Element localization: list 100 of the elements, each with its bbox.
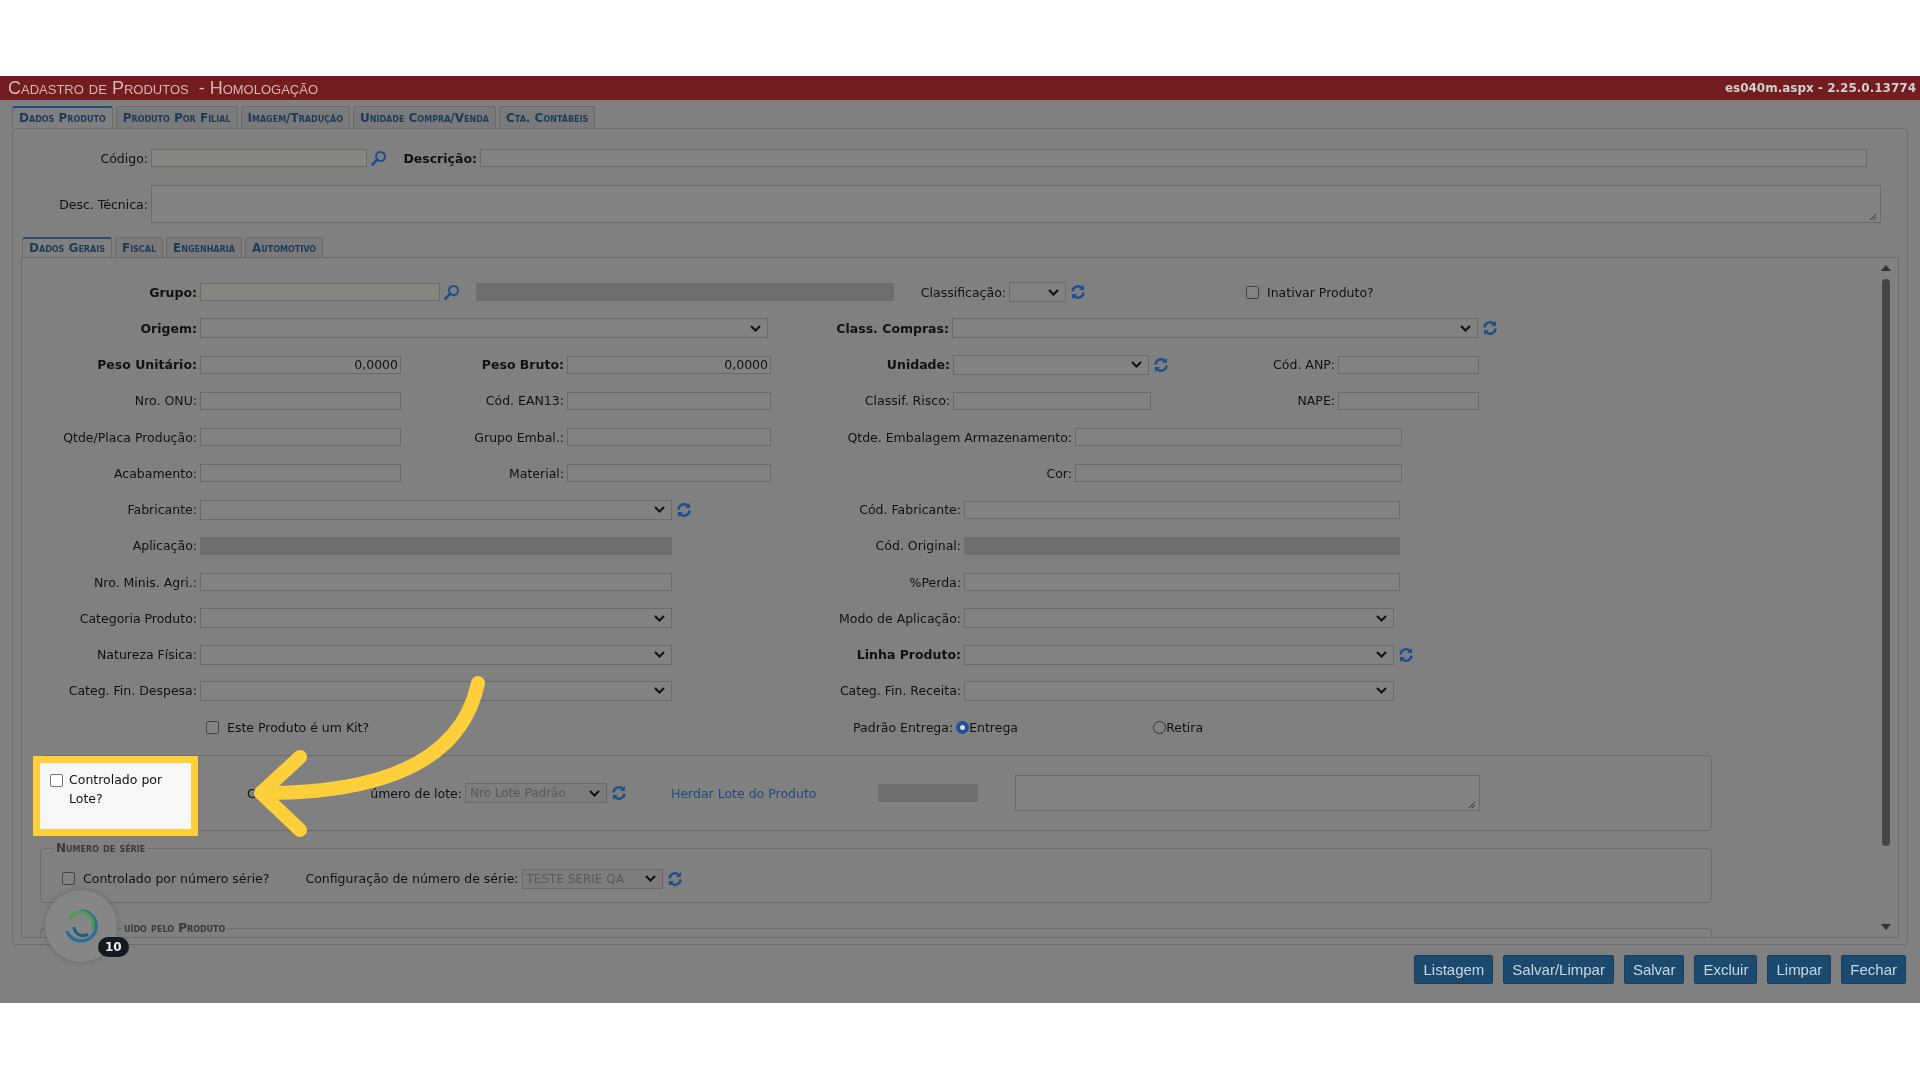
tab[interactable]: Engenharia (166, 237, 242, 257)
checkbox-label: Controlado por Lote? (69, 771, 164, 808)
description-field[interactable] (480, 149, 1867, 167)
field-label: Configuração de número de série: (305, 871, 519, 886)
notes-field[interactable] (1015, 775, 1481, 811)
field-label: Cód. Fabricante: (859, 502, 961, 517)
refresh-icon[interactable] (611, 785, 627, 801)
field-label: Fabricante: (127, 502, 197, 517)
field-label: Nro. ONU: (134, 393, 197, 409)
field-label: úmero de lote: (370, 785, 462, 801)
notification-count: 10 (98, 937, 129, 957)
search-icon[interactable] (444, 284, 460, 300)
refresh-icon[interactable] (1482, 320, 1498, 337)
input-field[interactable] (567, 391, 771, 410)
field-label: Qtde. Embalagem Armazenamento: (847, 429, 1072, 445)
input-field[interactable] (200, 283, 440, 301)
tab[interactable]: Fiscal (114, 237, 164, 257)
radio-button[interactable] (1153, 720, 1167, 734)
refresh-icon[interactable] (676, 501, 692, 518)
radio-label: Retira (1166, 719, 1204, 735)
field-label: Descrição: (403, 150, 477, 166)
input-field[interactable] (200, 428, 401, 446)
technical-description-field[interactable] (151, 185, 1881, 223)
dropdown[interactable] (1009, 282, 1066, 302)
input-field[interactable] (1075, 428, 1402, 446)
field-label: %Perda: (909, 574, 961, 590)
scroll-thumb[interactable] (1882, 279, 1890, 846)
field-label: Cód. ANP: (1273, 357, 1335, 372)
input-field[interactable]: 0,0000 (567, 355, 771, 374)
tab[interactable]: Dados Gerais (22, 237, 112, 257)
field-label: Classificação: (920, 284, 1006, 300)
resize-grip-icon (1468, 801, 1477, 809)
field-label: Peso Unitário: (97, 357, 197, 372)
section-legend: uído pelo Produto (122, 921, 228, 935)
action-button[interactable]: Salvar/Limpar (1503, 955, 1614, 984)
refresh-icon[interactable] (666, 870, 683, 887)
field-label: Unidade: (886, 357, 950, 372)
action-button[interactable]: Listagem (1414, 955, 1494, 984)
input-field[interactable] (1075, 464, 1402, 483)
chevron-down-icon (654, 506, 665, 513)
chevron-down-icon (589, 789, 600, 797)
refresh-icon[interactable] (1398, 646, 1414, 663)
field-label: Categ. Fin. Despesa: (68, 683, 197, 699)
field-label: Categoria Produto: (79, 610, 197, 626)
scroll-up-icon[interactable] (1881, 265, 1891, 271)
field-label: Cód. Original: (875, 538, 961, 554)
version-label: es040m.aspx - 2.25.0.13774 (1724, 81, 1916, 95)
input-field[interactable] (1338, 355, 1479, 374)
tab[interactable]: Produto Por Filial (115, 106, 238, 128)
field-label: Qtde/Placa Produção: (63, 429, 197, 445)
action-button[interactable]: Fechar (1841, 955, 1906, 984)
refresh-icon[interactable] (1153, 356, 1169, 373)
input-field[interactable] (200, 464, 401, 483)
field-label: Padrão Entrega: (853, 719, 954, 735)
radio-button[interactable] (956, 720, 970, 734)
action-button[interactable]: Salvar (1623, 955, 1685, 984)
checkbox[interactable] (1246, 285, 1259, 299)
field-label: Linha Produto: (856, 647, 961, 662)
tab[interactable]: Unidade Compra/Venda (353, 106, 496, 128)
chevron-down-icon (654, 614, 665, 622)
checkbox[interactable] (62, 872, 75, 885)
code-field[interactable] (151, 149, 367, 167)
chevron-down-icon (1376, 651, 1387, 658)
dropdown[interactable] (200, 680, 672, 701)
window-title: Cadastro de Produtos - Homologação (8, 77, 319, 99)
checkbox-label: Inativar Produto? (1267, 284, 1374, 300)
scroll-down-icon[interactable] (1881, 924, 1891, 930)
input-field[interactable] (567, 464, 771, 483)
refresh-icon[interactable] (1070, 284, 1086, 300)
tab[interactable]: Imagem/Tradução (240, 106, 351, 128)
field-label: Categ. Fin. Receita: (839, 683, 961, 699)
chevron-down-icon (654, 687, 665, 695)
tab[interactable]: Dados Produto (12, 106, 113, 128)
field-label: Natureza Física: (97, 647, 197, 662)
inherit-lot-link[interactable]: Herdar Lote do Produto (671, 785, 817, 801)
input-field[interactable]: 0,0000 (200, 355, 401, 374)
field-label: Acabamento: (114, 465, 197, 481)
action-button[interactable]: Limpar (1767, 955, 1832, 984)
input-field[interactable] (964, 573, 1400, 591)
input-field[interactable] (200, 391, 401, 410)
chevron-down-icon (1131, 361, 1142, 368)
checkbox[interactable] (206, 720, 219, 734)
input-field[interactable] (964, 500, 1400, 519)
checkbox[interactable] (50, 774, 63, 787)
tab[interactable]: Cta. Contábeis (499, 106, 596, 128)
input-field[interactable] (953, 391, 1151, 410)
chevron-down-icon (1460, 324, 1471, 332)
field-label: Origem: (140, 320, 197, 336)
action-button[interactable]: Excluir (1694, 955, 1758, 984)
section-legend: Numero de série (54, 841, 148, 855)
field-label: Modo de Aplicação: (839, 610, 961, 626)
chevron-down-icon (654, 651, 665, 658)
input-field[interactable] (200, 573, 672, 591)
field-label: Grupo: (149, 284, 197, 300)
input-field[interactable] (567, 428, 771, 446)
field-label: Classif. Risco: (864, 393, 950, 409)
search-icon[interactable] (371, 150, 387, 166)
tab[interactable]: Automotivo (244, 237, 323, 257)
field-label: Cód. EAN13: (485, 393, 564, 409)
input-field[interactable] (1338, 391, 1479, 410)
